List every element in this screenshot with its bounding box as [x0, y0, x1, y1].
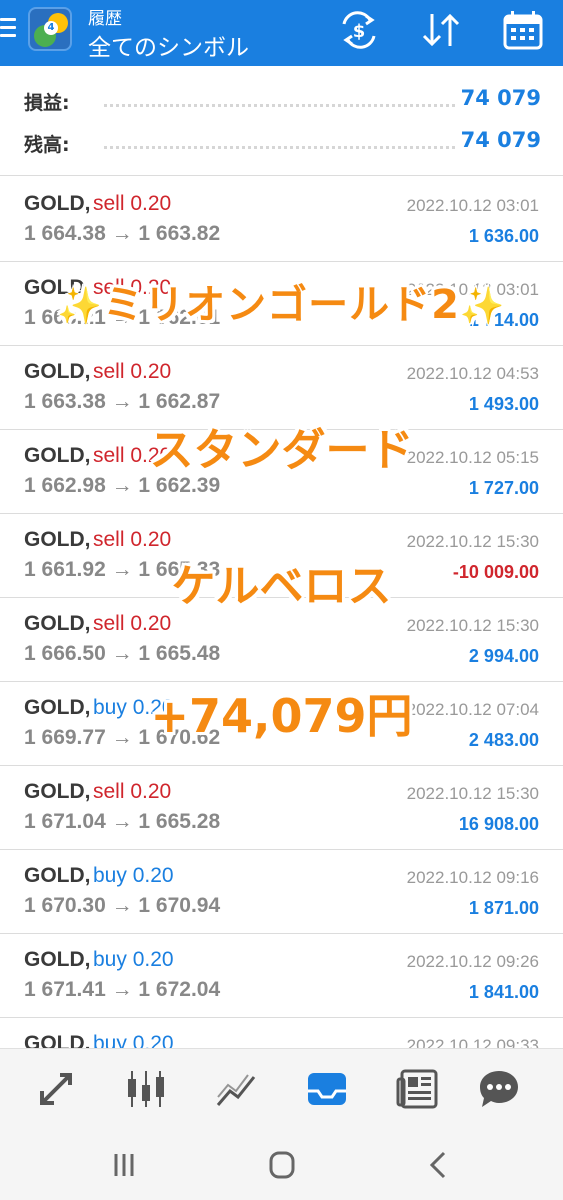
- trade-symbol: GOLD,: [24, 528, 91, 551]
- dotted-leader: [104, 104, 455, 107]
- trade-symbol: GOLD,: [24, 360, 91, 383]
- quotes-icon[interactable]: [34, 1067, 80, 1111]
- menu-icon[interactable]: [0, 14, 18, 46]
- trade-time: 2022.10.12 03:01: [406, 196, 539, 215]
- trade-profit: 1 636.00: [468, 226, 539, 246]
- calendar-icon[interactable]: [500, 10, 546, 50]
- bottom-navigation: [0, 1048, 563, 1130]
- trade-profit: 16 908.00: [458, 814, 539, 834]
- trade-time: 2022.10.12 04:53: [406, 364, 539, 383]
- sparkle-icon: ✨: [57, 286, 104, 327]
- trade-time: 2022.10.12 09:26: [406, 952, 539, 971]
- sparkle-icon: ✨: [459, 286, 506, 327]
- trade-side-volume: buy 0.20: [93, 1032, 174, 1048]
- history-icon[interactable]: [304, 1067, 350, 1111]
- system-navigation: [0, 1130, 563, 1200]
- trade-side-volume: sell 0.20: [93, 192, 172, 215]
- trade-prices: 1 670.30 → 1 670.94: [24, 894, 221, 917]
- overlay-line-4: +74,079円: [150, 689, 413, 743]
- balance-value: 74 079: [460, 128, 541, 152]
- trade-profit: 1 841.00: [468, 982, 539, 1002]
- trade-time: 2022.10.12 15:30: [406, 784, 539, 803]
- trade-side-volume: sell 0.20: [93, 360, 172, 383]
- profit-value: 74 079: [460, 86, 541, 110]
- home-icon[interactable]: [262, 1148, 302, 1182]
- trade-prices: 1 663.38 → 1 662.87: [24, 390, 221, 413]
- trade-side-volume: sell 0.20: [93, 528, 172, 551]
- trade-prices: 1 664.38 → 1 663.82: [24, 222, 221, 245]
- trade-side-volume: sell 0.20: [93, 780, 172, 803]
- trade-symbol: GOLD,: [24, 948, 91, 971]
- trade-row[interactable]: GOLD, buy 0.20 2022.10.12 09:33: [0, 1018, 563, 1048]
- overlay-line-3: ケルベロス: [171, 561, 392, 612]
- back-icon[interactable]: [420, 1148, 460, 1182]
- trade-symbol: GOLD,: [24, 192, 91, 215]
- screen-subtitle: 履歴: [88, 9, 122, 29]
- app-bar: 4 履歴 全てのシンボル $: [0, 0, 563, 66]
- trade-symbol: GOLD,: [24, 612, 91, 635]
- news-icon[interactable]: [394, 1067, 440, 1111]
- symbol-filter-title[interactable]: 全てのシンボル: [88, 28, 249, 62]
- trade-row[interactable]: GOLD, sell 0.20 1 664.38 → 1 663.82 2022.10…: [0, 178, 563, 262]
- trade-icon[interactable]: [214, 1067, 260, 1111]
- dotted-leader: [104, 146, 455, 149]
- trade-side-volume: sell 0.20: [93, 612, 172, 635]
- balance-row: 残高: 74 079: [0, 122, 563, 162]
- trade-profit: 1 871.00: [468, 898, 539, 918]
- trade-prices: 1 666.50 → 1 665.48: [24, 642, 221, 665]
- trade-row[interactable]: GOLD, buy 0.20 1 670.30 → 1 670.94 2022.10.…: [0, 850, 563, 934]
- trade-profit: 1 727.00: [468, 478, 539, 498]
- svg-text:$: $: [353, 21, 366, 42]
- chart-icon[interactable]: [124, 1067, 170, 1111]
- profit-label: 損益:: [24, 92, 70, 114]
- profit-row: 損益: 74 079: [0, 80, 563, 120]
- balance-label: 残高:: [24, 134, 70, 156]
- trade-symbol: GOLD,: [24, 1032, 91, 1048]
- app-logo: 4: [28, 7, 72, 51]
- sort-icon[interactable]: [418, 10, 464, 50]
- trade-prices: 1 671.41 → 1 672.04: [24, 978, 221, 1001]
- trade-side-volume: buy 0.20: [93, 948, 174, 971]
- trade-prices: 1 671.04 → 1 665.28: [24, 810, 221, 833]
- summary-panel: 損益: 74 079 残高: 74 079: [0, 66, 563, 176]
- trade-profit: 2 994.00: [468, 646, 539, 666]
- currency-swap-icon[interactable]: $: [336, 10, 382, 50]
- trade-time: 2022.10.12 09:16: [406, 868, 539, 887]
- messages-icon[interactable]: [476, 1067, 522, 1111]
- trade-row[interactable]: GOLD, buy 0.20 1 671.41 → 1 672.04 2022.10.…: [0, 934, 563, 1018]
- trade-symbol: GOLD,: [24, 780, 91, 803]
- overlay-title: ✨ミリオンゴールド2✨: [0, 272, 563, 330]
- trade-time: 2022.10.12 15:30: [406, 616, 539, 635]
- trade-time: 2022.10.12 15:30: [406, 532, 539, 551]
- trade-time: 2022.10.12 09:33: [406, 1036, 539, 1048]
- trade-side-volume: buy 0.20: [93, 864, 174, 887]
- overlay-line-1: ミリオンゴールド2: [103, 282, 460, 328]
- overlay-line-2: スタンダード: [149, 425, 414, 476]
- trade-symbol: GOLD,: [24, 864, 91, 887]
- trade-profit: 1 493.00: [468, 394, 539, 414]
- trade-row[interactable]: GOLD, sell 0.20 1 671.04 → 1 665.28 2022.10…: [0, 766, 563, 850]
- recent-apps-icon[interactable]: [104, 1148, 144, 1182]
